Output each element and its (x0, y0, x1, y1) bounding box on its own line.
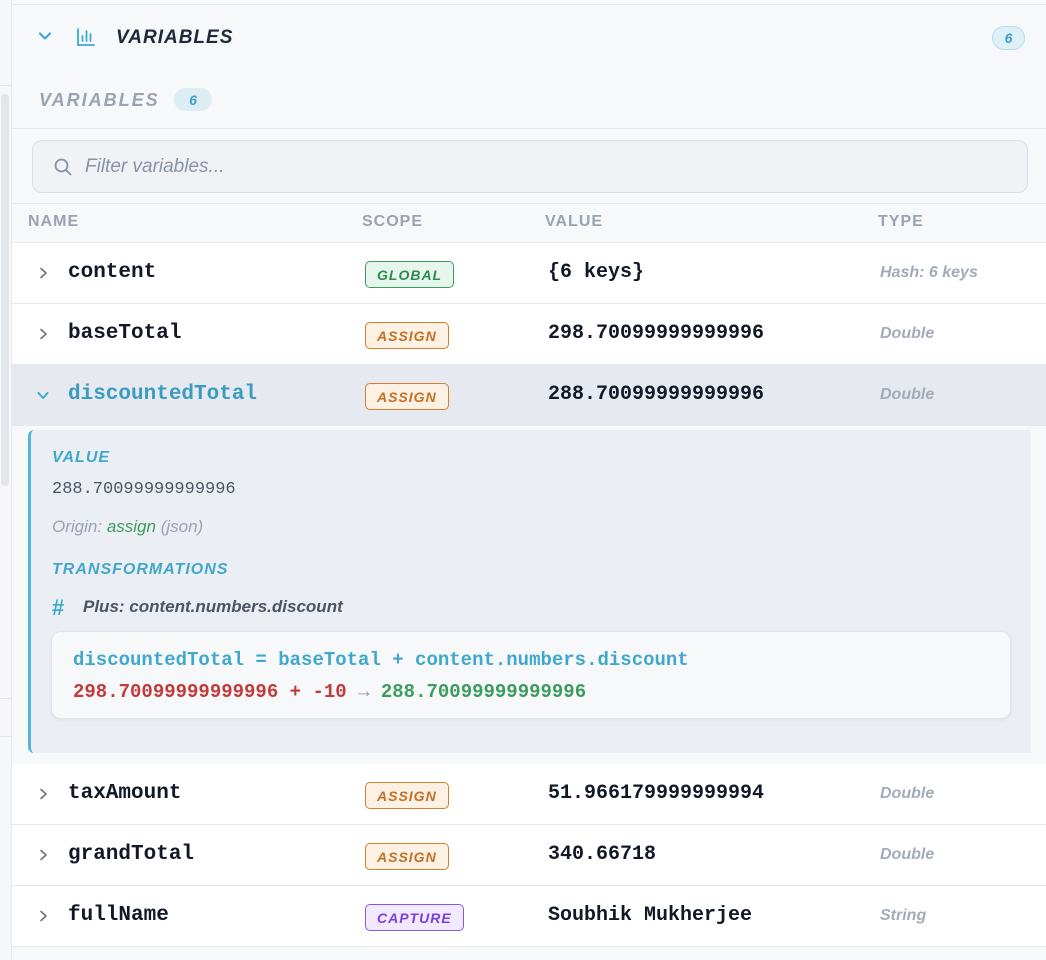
left-gutter (0, 0, 12, 960)
variable-type: Double (880, 846, 935, 863)
column-header-name[interactable]: NAME (28, 213, 79, 231)
chevron-right-icon[interactable] (36, 909, 50, 923)
column-header-type[interactable]: TYPE (878, 213, 924, 231)
gutter-divider (0, 698, 12, 699)
table-divider (12, 203, 1046, 204)
chevron-down-icon[interactable] (38, 29, 52, 43)
origin-prefix: Origin: (52, 517, 103, 536)
transformation-code-card: discountedTotal = baseTotal + content.nu… (51, 631, 1011, 719)
variable-name: discountedTotal (68, 383, 258, 406)
origin-source: (json) (160, 517, 204, 536)
detail-value-label: VALUE (52, 449, 111, 466)
detail-origin: Origin: assign (json) (52, 517, 203, 537)
variable-type: String (880, 907, 927, 924)
chevron-right-icon[interactable] (36, 266, 50, 280)
scope-badge: ASSIGN (365, 843, 449, 870)
variable-name: grandTotal (68, 843, 195, 866)
variable-value: 51.966179999999994 (548, 782, 765, 805)
chevron-right-icon[interactable] (36, 327, 50, 341)
evaluation-line: 298.70099999999996 + -10 → 288.700999999… (73, 681, 586, 703)
evaluation-operands: 298.70099999999996 + -10 (73, 681, 347, 703)
column-header-scope[interactable]: SCOPE (362, 213, 423, 231)
table-bottom-divider (12, 946, 1046, 947)
header-count-badge: 6 (992, 26, 1025, 50)
gutter-divider (0, 85, 12, 86)
variable-type: Double (880, 785, 935, 802)
table-row[interactable]: fullName CAPTURE Soubhik Mukherjee Strin… (12, 886, 1046, 947)
origin-kind: assign (106, 517, 156, 536)
variable-type: Double (880, 325, 935, 342)
table-row[interactable]: baseTotal ASSIGN 298.70099999999996 Doub… (12, 304, 1046, 365)
arrow-icon: → (358, 681, 370, 703)
section-label: VARIABLES (39, 90, 160, 110)
filter-input[interactable] (85, 141, 1015, 192)
variable-name: taxAmount (68, 782, 182, 805)
transform-title: Plus: content.numbers.discount (83, 597, 343, 616)
variable-value: Soubhik Mukherjee (548, 904, 753, 927)
scrollbar-thumb[interactable] (1, 94, 9, 486)
column-header-value[interactable]: VALUE (545, 213, 603, 231)
panel-title: VARIABLES (116, 27, 234, 48)
table-row[interactable]: grandTotal ASSIGN 340.66718 Double (12, 825, 1046, 886)
variable-value: 340.66718 (548, 843, 657, 866)
evaluation-result: 288.70099999999996 (380, 681, 587, 703)
chevron-down-icon[interactable] (36, 388, 50, 402)
variables-panel: VARIABLES 6 VARIABLES 6 NAME SCOPE VALUE… (12, 0, 1046, 960)
detail-value: 288.70099999999996 (52, 480, 236, 499)
scope-badge: CAPTURE (365, 904, 464, 931)
panel-header[interactable]: VARIABLES 6 (12, 5, 1046, 67)
table-row[interactable]: taxAmount ASSIGN 51.966179999999994 Doub… (12, 764, 1046, 825)
transformations-label: TRANSFORMATIONS (52, 561, 229, 578)
variable-name: content (68, 261, 157, 284)
bar-chart-icon (77, 28, 95, 46)
filter-box (32, 140, 1028, 193)
variable-detail-panel: VALUE 288.70099999999996 Origin: assign … (28, 430, 1031, 753)
table-row[interactable]: content GLOBAL {6 keys} Hash: 6 keys (12, 243, 1046, 304)
scope-badge: GLOBAL (365, 261, 455, 288)
search-icon (54, 158, 72, 176)
section-divider (12, 128, 1046, 129)
scope-badge: ASSIGN (365, 383, 449, 410)
chevron-right-icon[interactable] (36, 787, 50, 801)
scope-badge: ASSIGN (365, 322, 449, 349)
table-row-selected[interactable]: discountedTotal ASSIGN 288.7009999999999… (12, 365, 1046, 426)
section-count-badge: 6 (174, 88, 212, 111)
variable-type: Hash: 6 keys (880, 264, 978, 281)
hash-icon: # (52, 595, 65, 620)
gutter-divider (0, 736, 12, 737)
variable-value: {6 keys} (548, 261, 645, 284)
formula-line: discountedTotal = baseTotal + content.nu… (73, 649, 689, 671)
variable-name: fullName (68, 904, 169, 927)
chevron-right-icon[interactable] (36, 848, 50, 862)
scope-badge: ASSIGN (365, 782, 449, 809)
variable-value: 298.70099999999996 (548, 322, 765, 345)
variable-type: Double (880, 386, 935, 403)
variable-value: 288.70099999999996 (548, 383, 765, 406)
variable-name: baseTotal (68, 322, 182, 345)
